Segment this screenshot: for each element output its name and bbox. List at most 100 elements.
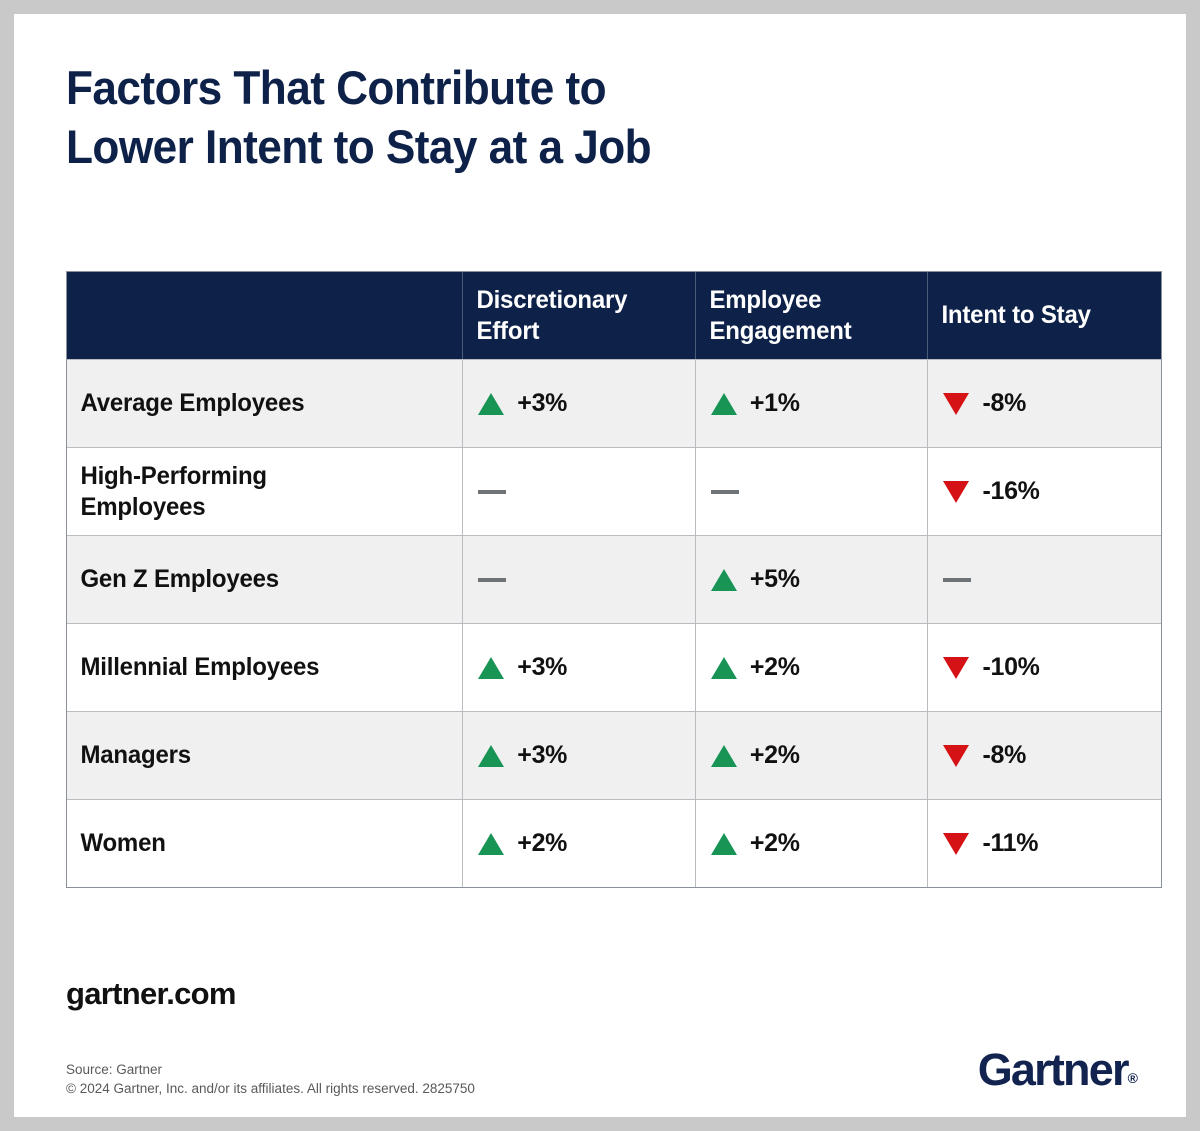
value-text: -10% — [982, 653, 1040, 681]
value-cell: +3% — [462, 624, 695, 711]
copyright-note: © 2024 Gartner, Inc. and/or its affiliat… — [66, 1081, 475, 1096]
table-header-row: Discretionary Effort Employee Engagement… — [67, 272, 1161, 359]
row-label-cell: High-Performing Employees — [67, 448, 462, 535]
value-text: +2% — [749, 653, 800, 681]
value-text: -8% — [982, 741, 1026, 769]
value-cell-content — [463, 448, 695, 535]
gartner-logo: Gartner® — [978, 1044, 1138, 1096]
arrow-up-icon — [710, 656, 737, 679]
no-change-dash-icon — [943, 577, 972, 582]
value-cell-content: +2% — [463, 800, 695, 887]
table-row: Women +2% +2% -11% — [67, 799, 1161, 887]
arrow-down-icon — [943, 656, 970, 679]
header-cell-employee-engagement: Employee Engagement — [694, 272, 928, 359]
row-label: Millennial Employees — [80, 653, 320, 682]
page-title: Factors That Contribute to Lower Intent … — [66, 61, 652, 174]
value-text: +2% — [517, 829, 568, 857]
value-cell-content: +3% — [463, 712, 695, 799]
registered-trademark-icon: ® — [1127, 1070, 1138, 1086]
value-text: +3% — [517, 389, 568, 417]
row-label-cell: Gen Z Employees — [67, 536, 462, 623]
value-cell-content — [928, 536, 1161, 623]
value-cell-content: +5% — [696, 536, 928, 623]
arrow-down-icon — [943, 480, 970, 503]
source-note: Source: Gartner — [66, 1062, 163, 1077]
value-cell: -11% — [927, 800, 1161, 887]
arrow-up-icon — [710, 392, 737, 415]
table-row: Managers +3% +2% -8% — [67, 711, 1161, 799]
row-label-cell: Average Employees — [67, 360, 462, 447]
header-cell-segment — [67, 272, 462, 359]
row-label: High-Performing Employees — [80, 462, 267, 521]
header-label-discretionary-effort: Discretionary Effort — [476, 286, 628, 345]
value-cell: -16% — [927, 448, 1161, 535]
no-change-dash-icon — [710, 489, 739, 494]
row-label: Average Employees — [80, 389, 305, 418]
value-cell — [927, 536, 1161, 623]
header-cell-discretionary-effort: Discretionary Effort — [462, 272, 695, 359]
poster-card: Factors That Contribute to Lower Intent … — [14, 14, 1186, 1117]
table-row: Average Employees +3% +1% -8% — [67, 359, 1161, 447]
value-text: +1% — [749, 389, 800, 417]
value-text: +2% — [749, 829, 800, 857]
value-cell-content: -8% — [928, 360, 1161, 447]
value-cell: +2% — [694, 800, 928, 887]
value-cell: +5% — [694, 536, 928, 623]
table-row: Millennial Employees +3% +2% -10% — [67, 623, 1161, 711]
table-row: High-Performing Employees -16% — [67, 447, 1161, 535]
value-cell-content: -10% — [928, 624, 1161, 711]
arrow-down-icon — [943, 744, 970, 767]
row-label: Managers — [80, 741, 191, 770]
value-cell: +2% — [694, 624, 928, 711]
arrow-up-icon — [710, 832, 737, 855]
arrow-up-icon — [710, 568, 737, 591]
row-label: Gen Z Employees — [80, 565, 279, 594]
value-text: +2% — [749, 741, 800, 769]
value-text: +3% — [517, 653, 568, 681]
header-label-intent-to-stay: Intent to Stay — [941, 301, 1092, 330]
arrow-up-icon — [478, 832, 505, 855]
no-change-dash-icon — [478, 577, 507, 582]
value-cell: +2% — [694, 712, 928, 799]
value-cell: +3% — [462, 712, 695, 799]
value-cell: +3% — [462, 360, 695, 447]
value-cell: +2% — [462, 800, 695, 887]
value-text: -11% — [982, 829, 1039, 857]
value-cell: -8% — [927, 712, 1161, 799]
gartner-logo-text: Gartner — [977, 1044, 1130, 1095]
value-cell: -10% — [927, 624, 1161, 711]
header-label-employee-engagement: Employee Engagement — [709, 286, 852, 345]
value-cell-content: +2% — [696, 800, 928, 887]
arrow-up-icon — [478, 656, 505, 679]
value-cell-content: -11% — [928, 800, 1161, 887]
value-text: -8% — [982, 389, 1026, 417]
arrow-up-icon — [478, 392, 505, 415]
no-change-dash-icon — [478, 489, 507, 494]
value-cell — [462, 448, 695, 535]
table-row: Gen Z Employees +5% — [67, 535, 1161, 623]
value-cell — [694, 448, 928, 535]
value-text: +3% — [517, 741, 568, 769]
value-cell-content: +1% — [696, 360, 928, 447]
arrow-down-icon — [943, 832, 970, 855]
row-label-cell: Women — [67, 800, 462, 887]
value-cell-content: +2% — [696, 712, 928, 799]
arrow-up-icon — [478, 744, 505, 767]
arrow-down-icon — [943, 392, 970, 415]
arrow-up-icon — [710, 744, 737, 767]
value-text: -16% — [982, 477, 1040, 505]
factors-table: Discretionary Effort Employee Engagement… — [66, 271, 1162, 888]
gartner-website[interactable]: gartner.com — [66, 976, 236, 1012]
value-cell-content: -8% — [928, 712, 1161, 799]
header-cell-intent-to-stay: Intent to Stay — [927, 272, 1161, 359]
row-label-cell: Millennial Employees — [67, 624, 462, 711]
value-cell-content: +2% — [696, 624, 928, 711]
value-cell: +1% — [694, 360, 928, 447]
value-cell-content: -16% — [928, 448, 1161, 535]
value-cell: -8% — [927, 360, 1161, 447]
value-cell-content: +3% — [463, 360, 695, 447]
value-cell — [462, 536, 695, 623]
value-cell-content: +3% — [463, 624, 695, 711]
value-cell-content — [696, 448, 928, 535]
header-label-segment — [67, 272, 446, 359]
